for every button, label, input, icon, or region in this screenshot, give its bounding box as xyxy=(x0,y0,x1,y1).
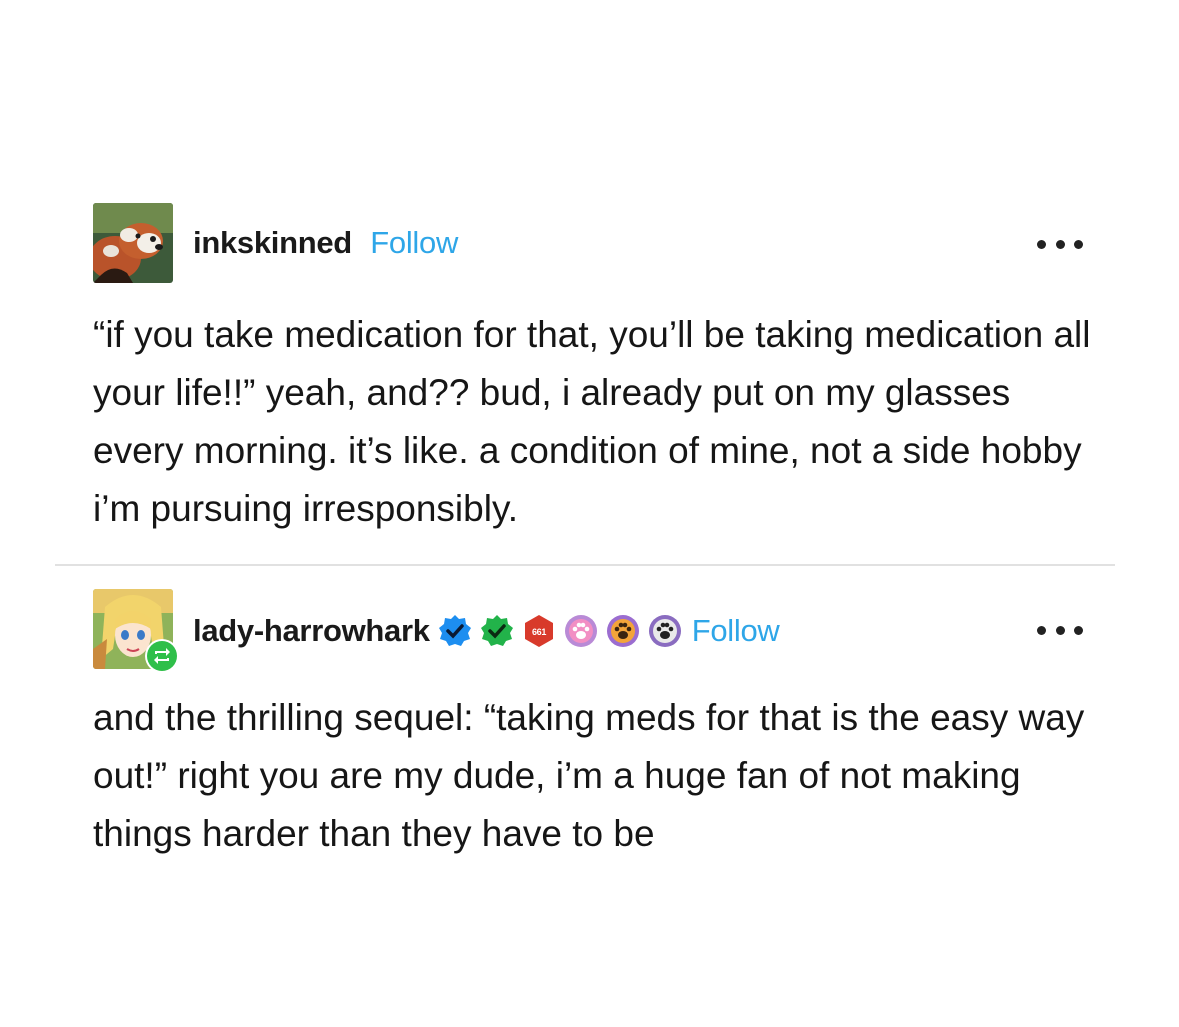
red-panda-avatar-icon xyxy=(93,203,173,283)
reblog-badge xyxy=(145,639,179,673)
post-header: lady-harrowhark 661 Follow xyxy=(93,589,1113,673)
post-divider xyxy=(55,564,1115,566)
badge-counter-text: 661 xyxy=(532,627,546,637)
follow-button[interactable]: Follow xyxy=(370,225,458,260)
post-lady-harrowhark: lady-harrowhark 661 Follow and the thril… xyxy=(93,589,1113,854)
reblog-icon xyxy=(147,641,177,671)
orange-paw-badge-icon[interactable] xyxy=(606,614,640,648)
avatar[interactable] xyxy=(93,203,173,283)
username[interactable]: lady-harrowhark xyxy=(193,613,430,649)
gray-paw-badge-icon[interactable] xyxy=(648,614,682,648)
post-body: and the thrilling sequel: “taking meds f… xyxy=(93,697,1085,854)
username[interactable]: inkskinned xyxy=(193,225,352,260)
post-body: “if you take medication for that, you’ll… xyxy=(93,314,1091,529)
follow-button[interactable]: Follow xyxy=(692,613,780,649)
ellipsis-icon[interactable] xyxy=(1037,625,1083,635)
post-inkskinned: inkskinned Follow “if you take medicatio… xyxy=(93,203,1113,529)
ellipsis-icon[interactable] xyxy=(1037,239,1083,249)
pink-paw-badge-icon[interactable] xyxy=(564,614,598,648)
username-row: inkskinned Follow xyxy=(193,225,458,261)
username-row: lady-harrowhark 661 Follow xyxy=(193,613,780,649)
red-counter-badge-icon[interactable]: 661 xyxy=(522,614,556,648)
blue-verified-badge-icon[interactable] xyxy=(438,614,472,648)
post-header: inkskinned Follow xyxy=(93,203,1113,283)
badge-list: 661 xyxy=(438,614,690,648)
green-verified-badge-icon[interactable] xyxy=(480,614,514,648)
